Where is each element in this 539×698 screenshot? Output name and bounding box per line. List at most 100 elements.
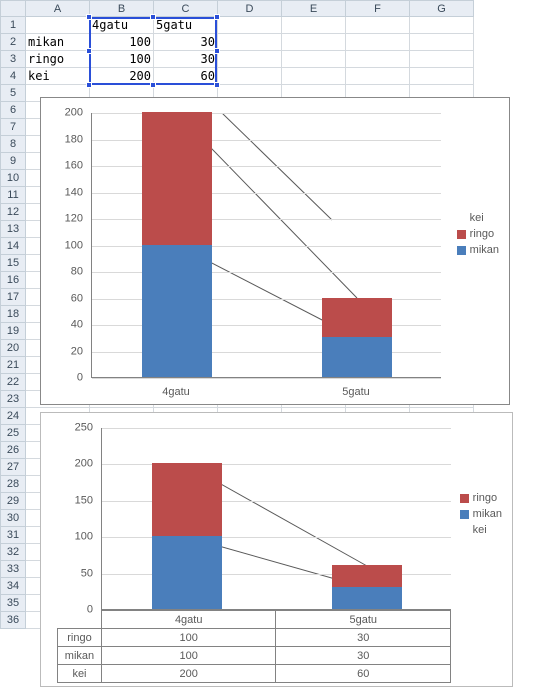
row-header[interactable]: 6 bbox=[1, 102, 26, 119]
y-tick-label: 20 bbox=[53, 346, 83, 357]
cell[interactable] bbox=[282, 17, 346, 34]
cell[interactable] bbox=[218, 68, 282, 85]
row-header[interactable]: 14 bbox=[1, 238, 26, 255]
cell[interactable]: mikan bbox=[26, 34, 90, 51]
row-header[interactable]: 7 bbox=[1, 119, 26, 136]
cell[interactable]: 5gatu bbox=[154, 17, 218, 34]
chart-1[interactable]: 020406080100120140160180200 4gatu 5gatu … bbox=[40, 97, 510, 405]
cell[interactable] bbox=[346, 51, 410, 68]
row-header[interactable]: 27 bbox=[1, 459, 26, 476]
row-header[interactable]: 30 bbox=[1, 510, 26, 527]
row-header[interactable]: 10 bbox=[1, 170, 26, 187]
row-header[interactable]: 21 bbox=[1, 357, 26, 374]
row-header[interactable]: 15 bbox=[1, 255, 26, 272]
row-header[interactable]: 29 bbox=[1, 493, 26, 510]
col-header[interactable]: F bbox=[346, 1, 410, 17]
col-header[interactable]: C bbox=[154, 1, 218, 17]
cell[interactable]: ringo bbox=[26, 51, 90, 68]
cell[interactable] bbox=[410, 51, 474, 68]
cell[interactable]: 100 bbox=[90, 34, 154, 51]
bar-mikan bbox=[332, 587, 402, 609]
legend-item: ringo bbox=[460, 492, 502, 504]
row-header[interactable]: 28 bbox=[1, 476, 26, 493]
legend-item: mikan bbox=[457, 244, 499, 256]
bar-ringo bbox=[322, 298, 392, 338]
row-header[interactable]: 20 bbox=[1, 340, 26, 357]
col-header[interactable]: A bbox=[26, 1, 90, 17]
selection-handle[interactable] bbox=[86, 14, 92, 20]
row-header[interactable]: 34 bbox=[1, 578, 26, 595]
row-header[interactable]: 23 bbox=[1, 391, 26, 408]
cell[interactable] bbox=[346, 68, 410, 85]
row-header[interactable]: 1 bbox=[1, 17, 26, 34]
cell[interactable]: 30 bbox=[154, 34, 218, 51]
col-header[interactable]: E bbox=[282, 1, 346, 17]
y-tick-label: 180 bbox=[53, 134, 83, 145]
cell[interactable] bbox=[218, 34, 282, 51]
row-header[interactable]: 2 bbox=[1, 34, 26, 51]
selection-handle[interactable] bbox=[214, 14, 220, 20]
bar-mikan bbox=[322, 337, 392, 377]
cell[interactable] bbox=[282, 34, 346, 51]
select-all-corner[interactable] bbox=[1, 1, 26, 17]
row-header[interactable]: 12 bbox=[1, 204, 26, 221]
chart-2[interactable]: 050100150200250 ringo mikan kei 4gatu 5g… bbox=[40, 412, 513, 687]
row-header[interactable]: 22 bbox=[1, 374, 26, 391]
row-header[interactable]: 31 bbox=[1, 527, 26, 544]
cell[interactable]: 100 bbox=[90, 51, 154, 68]
cell[interactable] bbox=[218, 51, 282, 68]
cell[interactable] bbox=[410, 34, 474, 51]
cell[interactable]: 4gatu bbox=[90, 17, 154, 34]
cell[interactable] bbox=[282, 68, 346, 85]
cell[interactable] bbox=[410, 17, 474, 34]
chart-data-table: 4gatu 5gatu ringo 100 30 mikan 100 30 ke… bbox=[57, 610, 451, 683]
row-header[interactable]: 35 bbox=[1, 595, 26, 612]
selection-handle[interactable] bbox=[86, 82, 92, 88]
cell[interactable] bbox=[346, 34, 410, 51]
cell[interactable]: kei bbox=[26, 68, 90, 85]
legend: ringo mikan kei bbox=[460, 488, 502, 540]
row-header[interactable]: 18 bbox=[1, 306, 26, 323]
row-header[interactable]: 16 bbox=[1, 272, 26, 289]
row-header[interactable]: 25 bbox=[1, 425, 26, 442]
y-tick-label: 60 bbox=[53, 293, 83, 304]
legend-item: kei bbox=[457, 212, 499, 224]
cell[interactable] bbox=[282, 51, 346, 68]
bar-ringo bbox=[152, 463, 222, 536]
selection-handle[interactable] bbox=[150, 14, 156, 20]
row-header[interactable]: 17 bbox=[1, 289, 26, 306]
y-tick-label: 250 bbox=[63, 423, 93, 434]
cell[interactable] bbox=[218, 17, 282, 34]
y-tick-label: 160 bbox=[53, 161, 83, 172]
cell[interactable]: 200 bbox=[90, 68, 154, 85]
y-tick-label: 150 bbox=[63, 495, 93, 506]
row-header[interactable]: 3 bbox=[1, 51, 26, 68]
cell[interactable] bbox=[346, 17, 410, 34]
legend-item: kei bbox=[460, 524, 502, 536]
selection-handle[interactable] bbox=[214, 48, 220, 54]
row-header[interactable]: 13 bbox=[1, 221, 26, 238]
col-header-row[interactable]: A B C D E F G bbox=[1, 1, 474, 17]
row-header[interactable]: 9 bbox=[1, 153, 26, 170]
cell[interactable] bbox=[26, 17, 90, 34]
row-header[interactable]: 19 bbox=[1, 323, 26, 340]
row-header[interactable]: 26 bbox=[1, 442, 26, 459]
row-header[interactable]: 36 bbox=[1, 612, 26, 629]
row-header[interactable]: 8 bbox=[1, 136, 26, 153]
cell[interactable]: 30 bbox=[154, 51, 218, 68]
row-header[interactable]: 5 bbox=[1, 85, 26, 102]
row-header[interactable]: 33 bbox=[1, 561, 26, 578]
cell[interactable] bbox=[410, 68, 474, 85]
selection-handle[interactable] bbox=[86, 48, 92, 54]
selection-handle[interactable] bbox=[214, 82, 220, 88]
row-header[interactable]: 4 bbox=[1, 68, 26, 85]
row-header[interactable]: 32 bbox=[1, 544, 26, 561]
col-header[interactable]: G bbox=[410, 1, 474, 17]
row-header[interactable]: 11 bbox=[1, 187, 26, 204]
selection-handle[interactable] bbox=[150, 82, 156, 88]
col-header[interactable]: B bbox=[90, 1, 154, 17]
col-header[interactable]: D bbox=[218, 1, 282, 17]
plot-area bbox=[91, 113, 441, 378]
cell[interactable]: 60 bbox=[154, 68, 218, 85]
row-header[interactable]: 24 bbox=[1, 408, 26, 425]
